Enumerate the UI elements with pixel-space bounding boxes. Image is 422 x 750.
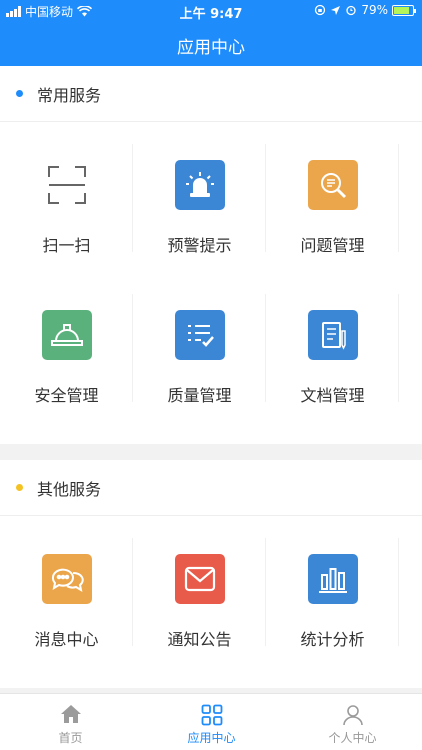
service-label: 预警提示 xyxy=(167,236,232,255)
service-item-alert[interactable]: 预警提示 xyxy=(133,122,266,255)
service-item-documents[interactable]: 文档管理 xyxy=(266,272,399,405)
other-services-section: 其他服务 消息中心 通知公告 统计分析 xyxy=(0,460,422,688)
location-icon xyxy=(331,5,341,15)
service-label: 统计分析 xyxy=(300,630,365,649)
top-bar: 中国移动 上午 9:47 79% 应用中心 xyxy=(0,0,422,66)
service-item-messages[interactable]: 消息中心 xyxy=(0,516,133,649)
service-label: 通知公告 xyxy=(167,630,232,649)
battery-icon xyxy=(392,4,416,16)
hard-hat-icon xyxy=(41,310,92,360)
tab-label: 首页 xyxy=(58,731,83,745)
service-item-notices[interactable]: 通知公告 xyxy=(133,516,266,649)
section-title: 常用服务 xyxy=(37,85,102,105)
tab-profile[interactable]: 个人中心 xyxy=(282,694,422,750)
section-title: 其他服务 xyxy=(37,479,102,499)
service-label: 文档管理 xyxy=(300,386,365,405)
scan-icon xyxy=(42,160,92,210)
tab-home[interactable]: 首页 xyxy=(0,694,141,750)
document-pen-icon xyxy=(307,310,358,360)
service-item-issues[interactable]: 问题管理 xyxy=(266,122,399,255)
apps-grid-icon xyxy=(201,704,222,726)
magnifier-document-icon xyxy=(307,160,358,210)
section-dot xyxy=(16,484,23,491)
user-icon xyxy=(342,705,363,726)
section-dot xyxy=(16,90,23,97)
envelope-icon xyxy=(174,554,225,604)
orientation-lock-icon xyxy=(315,4,326,16)
checklist-icon xyxy=(174,310,225,360)
service-label: 安全管理 xyxy=(34,386,99,405)
chat-bubbles-icon xyxy=(41,554,92,604)
service-item-statistics[interactable]: 统计分析 xyxy=(266,516,399,649)
tab-app-center[interactable]: 应用中心 xyxy=(141,694,282,750)
service-label: 扫一扫 xyxy=(42,236,91,255)
service-item-scan[interactable]: 扫一扫 xyxy=(0,122,133,255)
home-icon xyxy=(60,705,81,723)
tab-label: 个人中心 xyxy=(328,731,377,745)
section-header: 常用服务 xyxy=(0,66,422,122)
bottom-tab-bar: 首页 应用中心 个人中心 xyxy=(0,693,422,750)
alarm-clock-icon xyxy=(346,5,356,16)
service-label: 质量管理 xyxy=(167,386,232,405)
page-title: 应用中心 xyxy=(177,38,245,58)
alarm-siren-icon xyxy=(174,160,225,210)
battery-percent: 79% xyxy=(361,3,388,17)
service-label: 消息中心 xyxy=(34,630,99,649)
bar-chart-icon xyxy=(307,554,358,604)
tab-label: 应用中心 xyxy=(187,731,236,745)
status-bar: 中国移动 上午 9:47 79% xyxy=(0,0,422,22)
service-label: 问题管理 xyxy=(300,236,365,255)
section-header: 其他服务 xyxy=(0,460,422,516)
common-services-section: 常用服务 扫一扫 预警提示 问题管理 安全管理 质量管理 文档管理 xyxy=(0,66,422,444)
service-item-quality[interactable]: 质量管理 xyxy=(133,272,266,405)
service-item-safety[interactable]: 安全管理 xyxy=(0,272,133,405)
